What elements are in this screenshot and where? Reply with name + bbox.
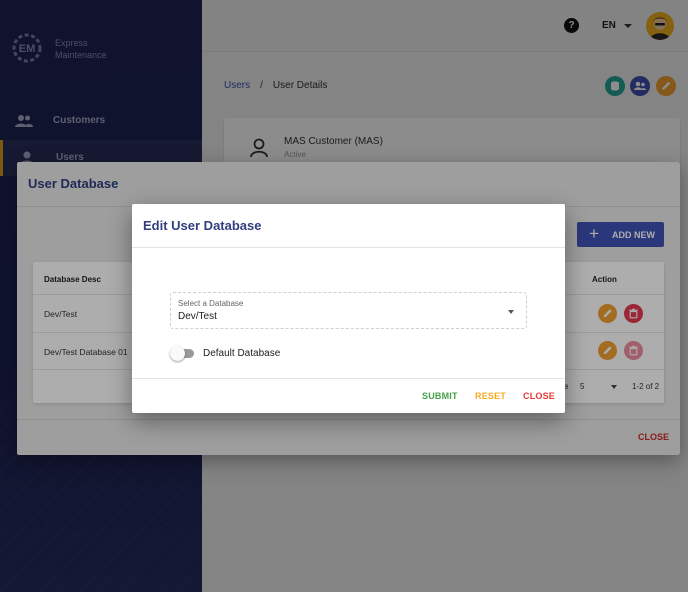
reset-button[interactable]: RESET: [475, 391, 506, 401]
select-label: Select a Database: [178, 299, 244, 308]
dialog-title: Edit User Database: [143, 218, 262, 233]
edit-user-database-dialog: Edit User Database Select a Database Dev…: [132, 204, 565, 413]
submit-button[interactable]: SUBMIT: [422, 391, 458, 401]
database-select[interactable]: Select a Database Dev/Test: [170, 292, 527, 329]
select-value: Dev/Test: [178, 311, 217, 322]
chevron-down-icon[interactable]: [508, 310, 514, 314]
divider: [132, 247, 565, 248]
close-button[interactable]: CLOSE: [523, 391, 555, 401]
default-database-toggle[interactable]: [170, 346, 194, 361]
divider: [132, 378, 565, 379]
toggle-knob[interactable]: [170, 346, 185, 361]
toggle-label: Default Database: [203, 348, 281, 359]
